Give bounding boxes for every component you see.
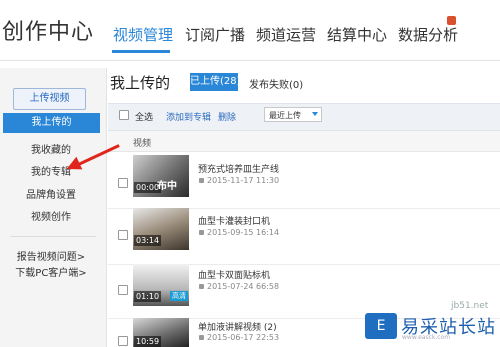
- lock-icon: [199, 284, 204, 289]
- tab-channel-operation[interactable]: 频道运营: [256, 24, 316, 45]
- delete-link[interactable]: 删除: [218, 110, 236, 123]
- hd-badge: 高清: [170, 291, 188, 301]
- download-pc-client-link[interactable]: 下载PC客户端>: [0, 264, 102, 279]
- row-checkbox[interactable]: [118, 336, 128, 346]
- video-title[interactable]: 预充式培养皿生产线: [198, 162, 279, 175]
- select-all-checkbox[interactable]: [119, 110, 129, 120]
- video-thumbnail[interactable]: 03:14: [133, 208, 189, 250]
- row-checkbox[interactable]: [118, 285, 128, 295]
- sidebar-item-video-creation[interactable]: 视频创作: [0, 208, 102, 223]
- select-all-label: 全选: [135, 113, 154, 123]
- lock-icon: [199, 178, 204, 183]
- video-title[interactable]: 血型卡灌装封口机: [198, 214, 270, 227]
- lock-icon: [199, 335, 204, 340]
- chevron-down-icon: [312, 112, 318, 116]
- active-tab-underline: [112, 50, 170, 53]
- brand-title: 创作中心: [2, 20, 95, 45]
- tab-publish-failed[interactable]: 发布失败(0): [249, 76, 303, 91]
- sidebar-divider: [10, 236, 96, 237]
- video-duration: 01:10: [134, 291, 162, 302]
- tab-subscription-broadcast[interactable]: 订阅广播: [185, 24, 245, 45]
- sidebar-item-brand-settings[interactable]: 品牌角设置: [0, 186, 102, 201]
- tab-uploaded[interactable]: 已上传(28): [190, 73, 241, 91]
- video-thumbnail[interactable]: 10:59: [133, 318, 189, 347]
- add-to-album-link[interactable]: 添加到专辑: [166, 110, 211, 123]
- row-checkbox[interactable]: [118, 178, 128, 188]
- video-date: 2015-07-24 66:58: [207, 282, 280, 291]
- video-title[interactable]: 血型卡双面贴标机: [198, 268, 270, 281]
- thumbnail-caption: 布中: [157, 181, 177, 192]
- report-video-issue-link[interactable]: 报告视频问题>: [0, 248, 102, 263]
- sidebar-item-my-uploads[interactable]: 我上传的: [3, 113, 100, 133]
- column-header-video: 视频: [133, 139, 152, 149]
- watermark-subtext: www.easck.com: [402, 334, 451, 341]
- lock-icon: [199, 230, 204, 235]
- watermark-url: jb51.net: [451, 301, 489, 311]
- sidebar-item-my-favorites[interactable]: 我收藏的: [0, 141, 102, 156]
- video-title[interactable]: 单加液讲解视频 (2): [198, 320, 277, 333]
- video-date: 2015-09-15 16:14: [207, 228, 280, 237]
- tab-video-management[interactable]: 视频管理: [113, 24, 173, 45]
- tab-settlement-center[interactable]: 结算中心: [327, 24, 387, 45]
- tab-data-analysis[interactable]: 数据分析: [398, 24, 458, 45]
- new-badge-icon: [447, 16, 456, 25]
- page-title: 我上传的: [110, 74, 171, 92]
- video-duration: 10:59: [134, 336, 162, 347]
- upload-video-button[interactable]: 上传视频: [13, 88, 86, 110]
- video-thumbnail[interactable]: 01:10 高清: [133, 264, 189, 306]
- watermark-logo-icon: E: [365, 313, 397, 339]
- video-duration: 03:14: [134, 235, 162, 246]
- row-checkbox[interactable]: [118, 230, 128, 240]
- video-date: 2015-11-17 11:30: [207, 176, 280, 185]
- table-header: [108, 131, 500, 152]
- video-date: 2015-06-17 22:53: [207, 333, 280, 342]
- video-thumbnail[interactable]: 00:00 布中: [133, 155, 189, 197]
- sidebar-item-my-albums[interactable]: 我的专辑: [0, 163, 102, 178]
